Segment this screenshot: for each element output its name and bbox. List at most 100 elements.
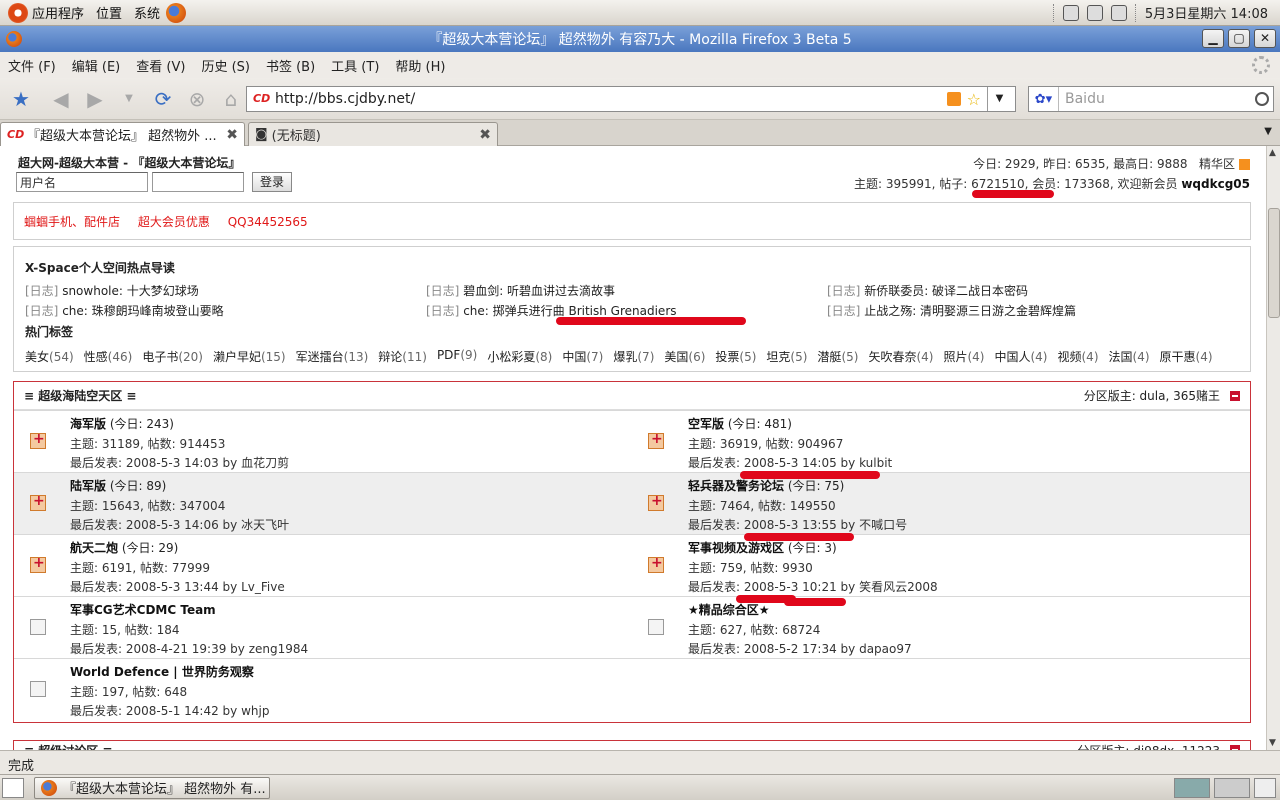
forum-name-link[interactable]: 海军版 [70, 417, 106, 431]
taskbar-window-button[interactable]: 『超级大本营论坛』 超然物外 有... [34, 776, 270, 799]
tab-untitled[interactable]: ◙ (无标题) ✖ [248, 122, 498, 146]
url-text[interactable]: http://bbs.cjdby.net/ [275, 91, 415, 107]
show-desktop-icon[interactable] [2, 777, 24, 798]
history-dropdown-icon[interactable]: ▼ [116, 86, 142, 112]
forum-name-link[interactable]: 军事CG艺术CDMC Team [70, 603, 216, 617]
bookmark-star-icon[interactable]: ☆ [967, 90, 981, 109]
xspace-item[interactable]: [日志] snowhole: 十大梦幻球场 [25, 282, 426, 299]
home-icon[interactable]: ⌂ [218, 86, 244, 112]
username-input[interactable] [16, 172, 148, 192]
close-button[interactable]: ✕ [1254, 29, 1276, 48]
search-icon[interactable] [1255, 92, 1269, 106]
new-member-link[interactable]: wqdkcg05 [1181, 177, 1250, 191]
back-icon[interactable]: ◀ [48, 86, 74, 112]
forum-last-post[interactable]: 最后发表: 2008-4-21 19:39 by zeng1984 [70, 640, 630, 660]
forum-name-link[interactable]: 轻兵器及警务论坛 [688, 479, 784, 493]
hot-tag[interactable]: 美女(54) [25, 348, 74, 365]
hot-tag[interactable]: 美国(6) [664, 348, 705, 365]
forum-name-link[interactable]: 陆军版 [70, 479, 106, 493]
menu-tools[interactable]: 工具 (T) [331, 56, 379, 75]
maximize-button[interactable]: ▢ [1228, 29, 1250, 48]
volume-icon[interactable] [1086, 4, 1103, 21]
hot-tag[interactable]: 矢吹春奈(4) [868, 348, 933, 365]
places-menu[interactable]: 位置 [92, 3, 122, 22]
hot-tag[interactable]: 濑户早妃(15) [213, 348, 286, 365]
scroll-thumb[interactable] [1268, 208, 1280, 318]
login-button[interactable]: 登录 [252, 172, 292, 192]
menu-view[interactable]: 查看 (V) [136, 56, 185, 75]
search-box[interactable]: ✿▾ Baidu [1028, 86, 1274, 112]
hot-tag[interactable]: 军迷擂台(13) [296, 348, 369, 365]
close-tab-icon[interactable]: ✖ [479, 127, 491, 143]
forum-last-post[interactable]: 最后发表: 2008-5-1 14:42 by whjp [70, 702, 630, 722]
xspace-item[interactable]: [日志] 碧血剑: 听碧血讲过去滴故事 [426, 282, 827, 299]
forum-name-link[interactable]: ★精品综合区★ [688, 603, 770, 617]
section-title[interactable]: ≡ 超级讨论区 ≡ [24, 742, 112, 751]
section-title[interactable]: ≡ 超级海陆空天区 ≡ [24, 387, 136, 404]
hot-tag[interactable]: 法国(4) [1109, 348, 1150, 365]
collapse-icon[interactable] [1230, 390, 1240, 401]
ad-link[interactable]: 超大会员优惠 [138, 215, 210, 229]
hot-tag[interactable]: 小松彩夏(8) [487, 348, 552, 365]
scroll-down-icon[interactable]: ▼ [1269, 738, 1276, 748]
reload-icon[interactable]: ⟳ [150, 86, 176, 112]
firefox-icon[interactable] [6, 31, 22, 47]
scroll-up-icon[interactable]: ▲ [1269, 148, 1276, 158]
hot-tag[interactable]: 爆乳(7) [613, 348, 654, 365]
hot-tag[interactable]: 投票(5) [715, 348, 756, 365]
hot-tag[interactable]: 性感(46) [84, 348, 133, 365]
ad-link[interactable]: 蝈蝈手机、配件店 [24, 215, 120, 229]
hot-tag[interactable]: 辩论(11) [378, 348, 427, 365]
forum-name-link[interactable]: World Defence | 世界防务观察 [70, 665, 254, 679]
forum-last-post[interactable]: 最后发表: 2008-5-3 14:03 by 血花刀剪 [70, 454, 630, 474]
xspace-item[interactable]: [日志] 止战之殇: 清明娶源三日游之金碧辉煌篇 [827, 302, 1227, 319]
url-bar[interactable]: CD http://bbs.cjdby.net/ ☆ ▼ [246, 86, 1016, 112]
rss-icon[interactable] [946, 92, 961, 106]
clock[interactable]: 5月3日星期六 14:08 [1145, 3, 1268, 22]
power-icon[interactable] [1110, 4, 1127, 21]
firefox-launcher-icon[interactable] [166, 2, 187, 23]
network-icon[interactable] [1062, 4, 1079, 21]
hot-tag[interactable]: 中国人(4) [994, 348, 1047, 365]
close-tab-icon[interactable]: ✖ [226, 127, 238, 143]
essence-link[interactable]: 精华区 [1199, 157, 1235, 171]
workspace-1[interactable] [1174, 777, 1210, 798]
url-dropdown-icon[interactable]: ▼ [987, 87, 1011, 111]
menu-history[interactable]: 历史 (S) [201, 56, 250, 75]
forward-icon[interactable]: ▶ [82, 86, 108, 112]
hot-tag[interactable]: 视频(4) [1057, 348, 1098, 365]
search-input[interactable]: Baidu [1065, 91, 1105, 107]
forum-last-post[interactable]: 最后发表: 2008-5-3 14:06 by 冰天飞叶 [70, 516, 630, 536]
system-menu[interactable]: 系统 [130, 3, 160, 22]
forum-name-link[interactable]: 空军版 [688, 417, 724, 431]
hot-tag[interactable]: PDF(9) [437, 348, 477, 365]
forum-last-post[interactable]: 最后发表: 2008-5-2 17:34 by dapao97 [688, 640, 1248, 660]
trash-icon[interactable] [1254, 777, 1276, 798]
hot-tag[interactable]: 中国(7) [562, 348, 603, 365]
tab-list-icon[interactable]: ▼ [1264, 126, 1272, 137]
hot-tag[interactable]: 电子书(20) [142, 348, 203, 365]
minimize-button[interactable]: ▁ [1202, 29, 1224, 48]
vertical-scrollbar[interactable]: ▲ ▼ [1266, 146, 1280, 750]
menu-file[interactable]: 文件 (F) [8, 56, 56, 75]
menu-edit[interactable]: 编辑 (E) [72, 56, 121, 75]
xspace-item[interactable]: [日志] 新侨联委员: 破译二战日本密码 [827, 282, 1227, 299]
hot-tag[interactable]: 坦克(5) [766, 348, 807, 365]
password-input[interactable] [152, 172, 244, 192]
hot-tag[interactable]: 潜艇(5) [817, 348, 858, 365]
workspace-2[interactable] [1214, 777, 1250, 798]
rss-icon[interactable] [1239, 159, 1250, 170]
tab-forum[interactable]: CD 『超级大本营论坛』 超然物外 ... ✖ [0, 122, 245, 146]
applications-menu[interactable]: 应用程序 [8, 2, 84, 23]
menu-help[interactable]: 帮助 (H) [395, 56, 445, 75]
forum-name-link[interactable]: 军事视频及游戏区 [688, 541, 784, 555]
ad-link[interactable]: QQ34452565 [228, 215, 308, 229]
forum-name-link[interactable]: 航天二炮 [70, 541, 118, 555]
forum-last-post[interactable]: 最后发表: 2008-5-3 13:44 by Lv_Five [70, 578, 630, 598]
xspace-item[interactable]: [日志] che: 珠穆朗玛峰南坡登山要略 [25, 302, 426, 319]
stop-icon[interactable]: ⊗ [184, 86, 210, 112]
hot-tag[interactable]: 照片(4) [943, 348, 984, 365]
hot-tag[interactable]: 原干惠(4) [1160, 348, 1213, 365]
search-engine-icon[interactable]: ✿▾ [1029, 87, 1059, 111]
bookmarks-sidebar-icon[interactable]: ★ [8, 86, 34, 112]
